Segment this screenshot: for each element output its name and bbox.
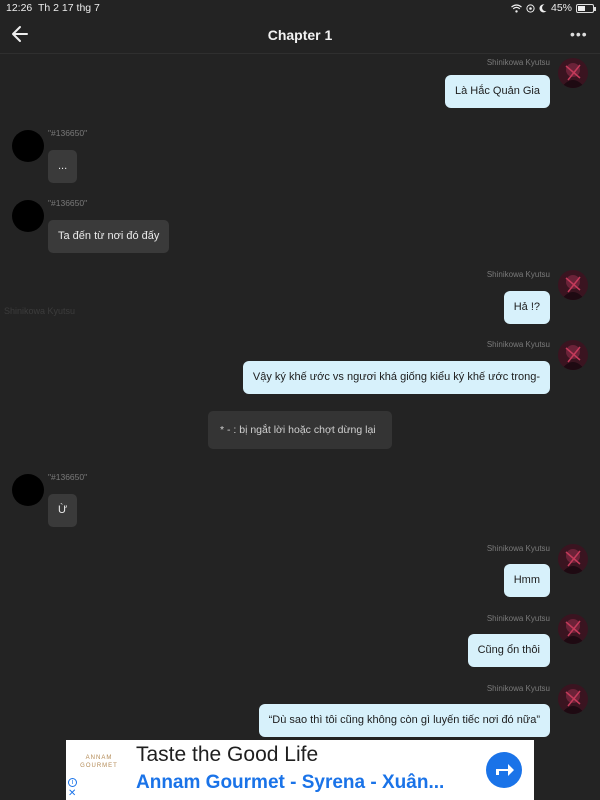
message-outgoing: Shinikowa Kyutsu Vậy ký khế ước vs ngươi…: [188, 340, 588, 400]
avatar[interactable]: [12, 474, 44, 506]
more-horizontal-icon: •••: [570, 26, 588, 42]
avatar[interactable]: [12, 200, 44, 232]
ad-logo-top: ANNAM: [85, 755, 113, 761]
app-header: Chapter 1 •••: [0, 16, 600, 54]
message-bubble[interactable]: Hmm: [503, 564, 550, 597]
ad-subline[interactable]: Annam Gourmet - Syrena - Xuân...: [136, 772, 444, 794]
ad-logo: ANNAM GOURMET: [74, 754, 124, 770]
back-button[interactable]: [8, 22, 32, 46]
sender-name: "#136650": [48, 198, 88, 208]
avatar[interactable]: [558, 614, 588, 644]
ad-logo-bottom: GOURMET: [80, 763, 118, 769]
message-bubble[interactable]: Ta đến từ nơi đó đấy: [48, 220, 170, 253]
ad-headline[interactable]: Taste the Good Life: [136, 743, 318, 767]
arrow-left-icon: [12, 26, 28, 42]
info-icon[interactable]: i: [68, 778, 77, 787]
location-icon: [526, 3, 535, 13]
sender-name: Shinikowa Kyutsu: [486, 684, 550, 693]
narration-note: * - : bị ngắt lời hoặc chợt dừng lại: [208, 411, 392, 449]
message-bubble[interactable]: Vậy ký khế ước vs ngươi khá giống kiểu k…: [242, 361, 550, 394]
message-bubble[interactable]: Hả !?: [503, 291, 550, 324]
status-bar: 12:26 Th 2 17 thg 7 45%: [0, 0, 600, 16]
message-outgoing: Shinikowa Kyutsu “Dù sao thì tôi cũng kh…: [188, 684, 588, 740]
status-time: 12:26: [6, 2, 33, 14]
message-bubble[interactable]: Cũng ổn thôi: [467, 634, 550, 667]
message-outgoing: Shinikowa Kyutsu Hả !?: [188, 270, 588, 330]
sender-name: "#136650": [48, 472, 88, 482]
message-incoming: "#136650" ...: [12, 128, 312, 190]
sender-name: "#136650": [48, 128, 88, 138]
sender-name: Shinikowa Kyutsu: [486, 340, 550, 349]
message-outgoing: Shinikowa Kyutsu Hmm: [188, 544, 588, 604]
ad-banner[interactable]: ANNAM GOURMET Taste the Good Life Annam …: [66, 740, 534, 800]
status-date: Th 2 17 thg 7: [38, 2, 100, 14]
avatar[interactable]: [558, 544, 588, 574]
more-options-button[interactable]: •••: [570, 24, 588, 44]
moon-icon: [539, 3, 547, 12]
avatar[interactable]: [12, 130, 44, 162]
ad-close-button[interactable]: ✕: [68, 788, 76, 799]
ad-directions-button[interactable]: [486, 752, 522, 788]
avatar[interactable]: [558, 684, 588, 714]
message-bubble[interactable]: Ừ: [48, 494, 78, 527]
message-bubble[interactable]: “Dù sao thì tôi cũng không còn gì luyến …: [258, 704, 550, 737]
battery-percent: 45%: [550, 2, 572, 14]
sender-name: Shinikowa Kyutsu: [486, 270, 550, 279]
close-icon: ✕: [68, 788, 77, 799]
message-incoming: "#136650" Ta đến từ nơi đó đấy: [12, 198, 312, 260]
battery-icon: [576, 3, 596, 13]
faded-watermark-text: Shinikowa Kyutsu: [4, 306, 76, 316]
message-bubble[interactable]: Là Hắc Quản Gia: [445, 75, 550, 108]
page-title: Chapter 1: [267, 27, 333, 43]
message-outgoing: Shinikowa Kyutsu Cũng ổn thôi: [188, 614, 588, 674]
sender-name: Shinikowa Kyutsu: [486, 58, 550, 67]
directions-arrow-icon: [496, 764, 514, 776]
avatar[interactable]: [558, 58, 588, 88]
avatar[interactable]: [558, 340, 588, 370]
message-outgoing: Shinikowa Kyutsu Là Hắc Quản Gia: [188, 58, 588, 118]
wifi-icon: [511, 3, 522, 13]
message-incoming: "#136650" Ừ: [12, 472, 312, 534]
sender-name: Shinikowa Kyutsu: [486, 614, 550, 623]
status-indicators: 45%: [511, 2, 596, 14]
sender-name: Shinikowa Kyutsu: [486, 544, 550, 553]
avatar[interactable]: [558, 270, 588, 300]
message-bubble[interactable]: ...: [48, 150, 78, 183]
